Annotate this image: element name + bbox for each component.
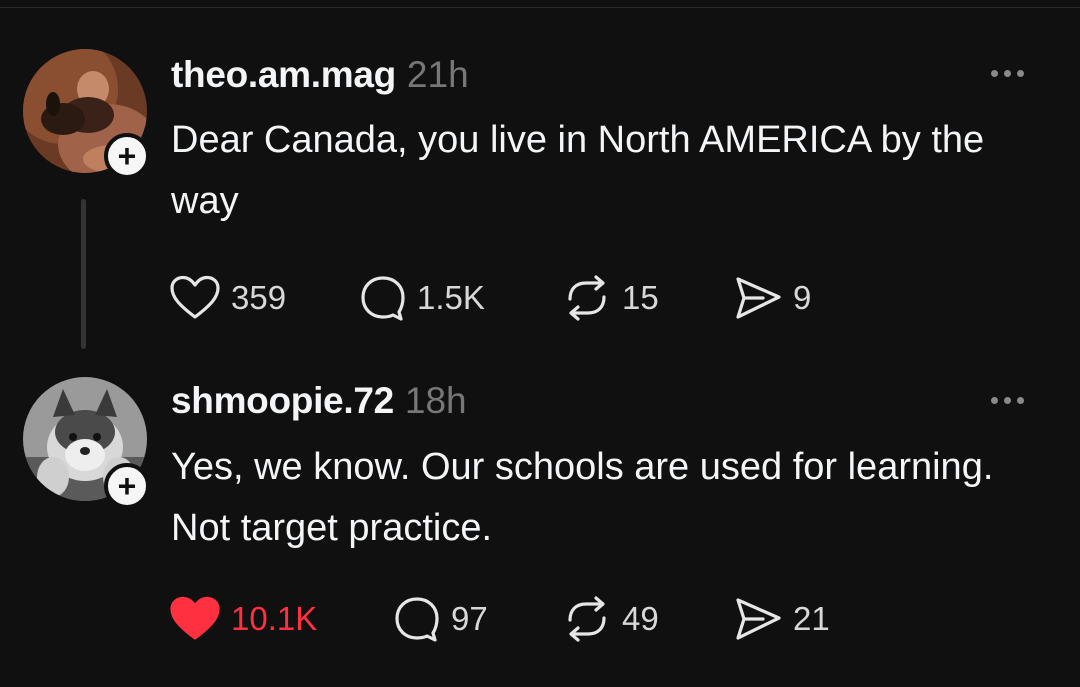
- repost-count: 49: [622, 600, 659, 637]
- reply-count: 1.5K: [417, 279, 485, 316]
- like-button[interactable]: 10.1K: [169, 594, 317, 644]
- repost-button[interactable]: 49: [562, 594, 659, 644]
- follow-plus-icon[interactable]: +: [104, 133, 150, 179]
- timestamp: 21h: [406, 54, 469, 95]
- repost-icon: [568, 275, 606, 321]
- username[interactable]: theo.am.mag: [171, 54, 396, 96]
- share-button[interactable]: 9: [733, 273, 811, 323]
- post: + theo.am.mag 21h Dear Canada, you live …: [0, 0, 1080, 350]
- reply-button[interactable]: 97: [393, 594, 488, 644]
- share-button[interactable]: 21: [733, 594, 830, 644]
- post-text: Yes, we know. Our schools are used for l…: [171, 446, 994, 549]
- heart-icon: [170, 275, 220, 319]
- repost-count: 15: [622, 279, 659, 316]
- post-text: Dear Canada, you live in North AMERICA b…: [171, 119, 985, 222]
- comment-bubble-icon: [361, 276, 405, 321]
- comment-bubble-icon: [395, 597, 439, 642]
- more-options-icon[interactable]: [991, 70, 1024, 77]
- like-count: 10.1K: [231, 600, 318, 637]
- thread-line: [81, 199, 86, 349]
- post-header: theo.am.mag 21h: [171, 54, 469, 96]
- like-count: 359: [231, 279, 287, 316]
- share-count: 9: [793, 279, 812, 316]
- repost-button[interactable]: 15: [562, 273, 659, 323]
- more-options-icon[interactable]: [991, 397, 1024, 404]
- like-button[interactable]: 359: [169, 273, 286, 323]
- repost-icon: [568, 596, 606, 642]
- send-icon: [736, 598, 781, 640]
- share-count: 21: [793, 600, 830, 637]
- post: + shmoopie.72 18h Yes, we know. Our scho…: [0, 350, 1080, 687]
- username[interactable]: shmoopie.72: [171, 380, 394, 422]
- follow-plus-icon[interactable]: +: [104, 463, 150, 509]
- post-header: shmoopie.72 18h: [171, 380, 467, 422]
- reply-count: 97: [451, 600, 488, 637]
- send-icon: [736, 277, 781, 319]
- reply-button[interactable]: 1.5K: [359, 273, 485, 323]
- timestamp: 18h: [404, 380, 467, 421]
- heart-icon: [170, 596, 220, 640]
